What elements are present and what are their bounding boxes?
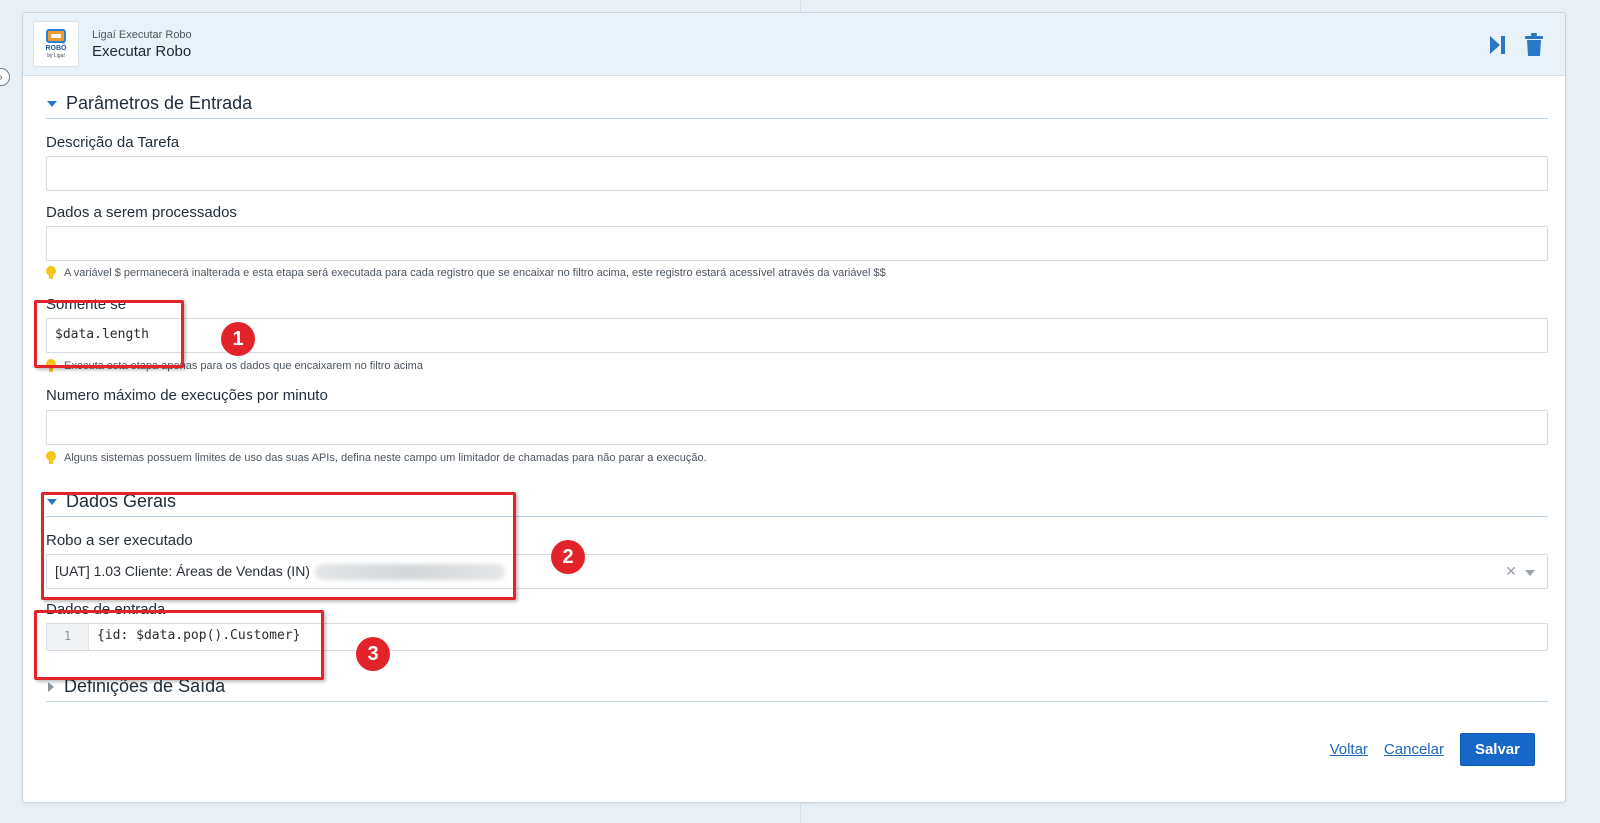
annotation-badge-3: 3 (356, 637, 390, 671)
expand-panel-icon[interactable]: › (0, 68, 10, 86)
section-title: Dados Gerais (66, 491, 177, 511)
dialog-subtitle: Ligaí Executar Robo (92, 29, 192, 41)
trash-icon[interactable] (1523, 33, 1545, 57)
dados-label: Dados a serem processados (46, 204, 237, 221)
executar-robo-dialog: ROBÔ by Ligaí Ligaí Executar Robo Execut… (22, 12, 1566, 803)
hint-text: Executa esta etapa apenas para os dados … (64, 360, 423, 372)
dados-hint: A variável $ permanecerá inalterada e es… (46, 266, 886, 280)
clear-icon[interactable]: ✕ (1505, 563, 1517, 580)
caret-down-icon (47, 498, 57, 505)
section-dados-gerais[interactable]: Dados Gerais (46, 487, 1548, 517)
max-exec-hint: Alguns sistemas possuem limites de uso d… (46, 451, 707, 465)
redacted-area (315, 564, 505, 580)
dialog-footer: Voltar Cancelar Salvar (1330, 733, 1535, 766)
dados-entrada-label: Dados de entrada (46, 601, 166, 618)
annotation-badge-2: 2 (551, 540, 585, 574)
robo-select[interactable]: [UAT] 1.03 Cliente: Áreas de Vendas (IN)… (46, 554, 1548, 589)
hint-text: A variável $ permanecerá inalterada e es… (64, 267, 886, 279)
somente-input[interactable]: $data.length (46, 318, 1548, 353)
annotation-badge-1: 1 (221, 322, 255, 356)
run-step-icon[interactable] (1487, 33, 1509, 57)
robot-icon (46, 29, 66, 43)
lightbulb-icon (46, 451, 56, 465)
max-exec-input[interactable] (46, 410, 1548, 445)
hint-text: Alguns sistemas possuem limites de uso d… (64, 452, 707, 464)
chevron-down-icon[interactable] (1525, 570, 1535, 576)
section-definicoes-saida[interactable]: Definições de Saída (46, 672, 1548, 702)
robo-logo: ROBÔ by Ligaí (33, 21, 79, 67)
salvar-button[interactable]: Salvar (1459, 733, 1535, 766)
header-actions (1487, 33, 1545, 57)
code-line: {id: $data.pop().Customer} (97, 628, 301, 643)
dados-entrada-editor[interactable]: 1 {id: $data.pop().Customer} (46, 623, 1548, 651)
robo-label: Robo a ser executado (46, 532, 193, 549)
robo-selected-value: [UAT] 1.03 Cliente: Áreas de Vendas (IN) (55, 563, 310, 579)
section-title: Parâmetros de Entrada (66, 93, 253, 113)
cancelar-button[interactable]: Cancelar (1384, 741, 1444, 758)
descricao-input[interactable] (46, 156, 1548, 191)
caret-right-icon (48, 681, 54, 692)
somente-label: Somente se (46, 296, 127, 313)
max-exec-label: Numero máximo de execuções por minuto (46, 387, 328, 404)
line-number: 1 (47, 624, 89, 650)
dialog-header: ROBÔ by Ligaí Ligaí Executar Robo Execut… (23, 13, 1565, 76)
descricao-label: Descrição da Tarefa (46, 134, 180, 151)
logo-text: ROBÔ (45, 45, 67, 52)
section-title: Definições de Saída (64, 676, 226, 696)
logo-subtext: by Ligaí (47, 53, 65, 59)
lightbulb-icon (46, 359, 56, 373)
caret-down-icon (47, 100, 57, 107)
voltar-button[interactable]: Voltar (1330, 741, 1368, 758)
dados-input[interactable] (46, 226, 1548, 261)
section-parametros-entrada[interactable]: Parâmetros de Entrada (46, 89, 1548, 119)
lightbulb-icon (46, 266, 56, 280)
somente-hint: Executa esta etapa apenas para os dados … (46, 359, 423, 373)
dialog-title: Executar Robo (92, 43, 192, 60)
